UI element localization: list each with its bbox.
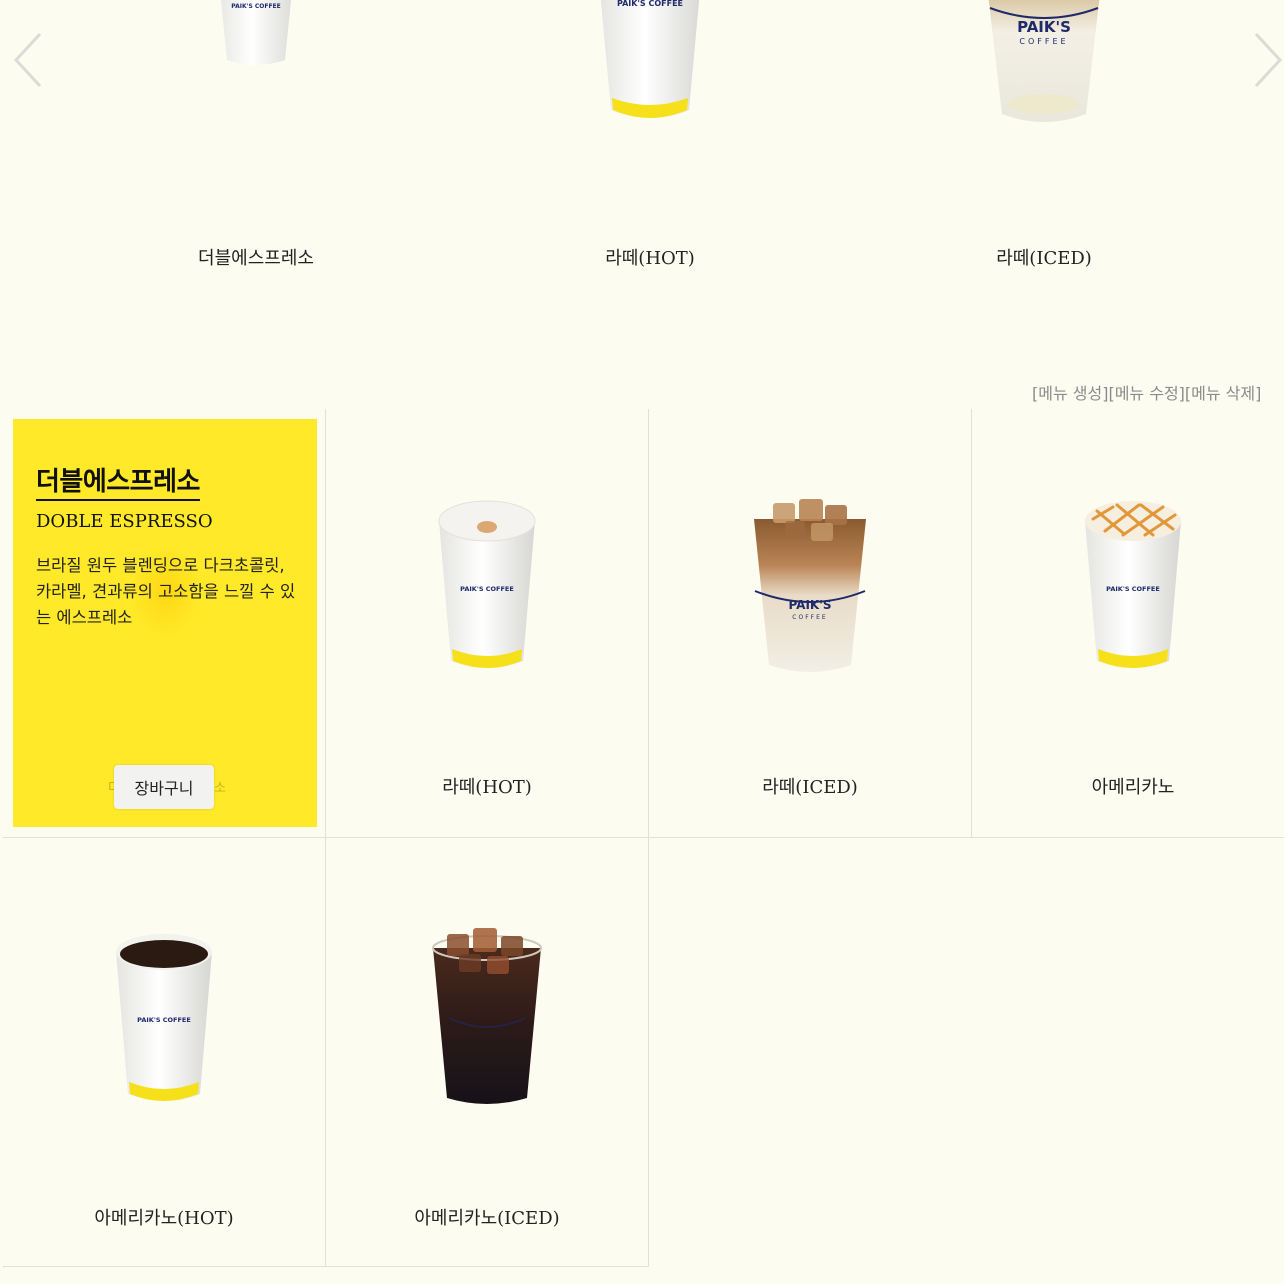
menu-item[interactable]: PAIK'S COFFEE 라떼(ICED) [649, 409, 972, 838]
menu-item-name: 라떼(HOT) [442, 777, 532, 798]
svg-text:PAIK'S: PAIK'S [788, 598, 831, 612]
svg-text:PAIK'S COFFEE: PAIK'S COFFEE [137, 1016, 191, 1024]
menu-item-name: 아메리카노(HOT) [94, 1208, 234, 1229]
americano-hot-cup-image: PAIK'S COFFEE [116, 934, 212, 1101]
svg-text:COFFEE: COFFEE [1019, 37, 1068, 46]
americano-iced-cup-image [432, 928, 542, 1104]
menu-item[interactable]: PAIK'S COFFEE 아메리카노 [972, 409, 1284, 838]
carousel-next-button[interactable] [1250, 30, 1284, 90]
carousel-slide[interactable]: PAIK'S COFFEE 더블에스프레소 [106, 0, 406, 300]
menu-item[interactable]: PAIK'S COFFEE 라떼(HOT) [326, 409, 649, 838]
svg-text:PAIK'S COFFEE: PAIK'S COFFEE [231, 3, 281, 10]
svg-text:PAIK'S COFFEE: PAIK'S COFFEE [460, 585, 514, 593]
chevron-left-icon [13, 32, 42, 88]
carousel-slide[interactable]: PAIK'S COFFEE 라떼(HOT) [500, 0, 800, 300]
detail-title-korean: 더블에스프레소 [36, 461, 200, 501]
iced-latte-cup-image: PAIK'S COFFEE [988, 0, 1100, 122]
svg-text:PAIK'S COFFEE: PAIK'S COFFEE [1106, 585, 1160, 593]
svg-text:COFFEE: COFFEE [792, 614, 827, 621]
menu-grid: 더블에스프레소 DOBLE ESPRESSO 브라질 원두 블렌딩으로 다크초콜… [3, 409, 1284, 1269]
menu-item-name: 아메리카노(ICED) [414, 1208, 560, 1229]
chevron-right-icon [1254, 32, 1283, 88]
detail-title-english: DOBLE ESPRESSO [36, 511, 213, 532]
menu-item-name: 아메리카노 [1091, 777, 1175, 798]
menu-item[interactable]: 아메리카노(ICED) [326, 838, 649, 1267]
menu-item[interactable]: PAIK'S COFFEE 아메리카노(HOT) [3, 838, 326, 1267]
menu-detail-card: 더블에스프레소 DOBLE ESPRESSO 브라질 원두 블렌딩으로 다크초콜… [13, 419, 317, 827]
svg-text:PAIK'S COFFEE: PAIK'S COFFEE [617, 0, 683, 8]
menu-create-link[interactable]: [메뉴 생성] [1032, 384, 1108, 403]
hot-cup-image: PAIK'S COFFEE [600, 0, 700, 118]
menu-item-selected[interactable]: 더블에스프레소 DOBLE ESPRESSO 브라질 원두 블렌딩으로 다크초콜… [3, 409, 326, 838]
ghost-label: 소 [214, 781, 226, 796]
carousel-slide-label: 라떼(ICED) [996, 248, 1092, 269]
menu-edit-link[interactable]: [메뉴 수정] [1108, 384, 1184, 403]
admin-menu-links: [메뉴 생성][메뉴 수정][메뉴 삭제] [1032, 380, 1261, 404]
carousel-slide-label: 더블에스프레소 [198, 248, 314, 269]
svg-text:PAIK'S: PAIK'S [1017, 18, 1071, 36]
carousel-slide[interactable]: PAIK'S COFFEE 라떼(ICED) [894, 0, 1194, 300]
iced-latte-cup-image: PAIK'S COFFEE [754, 499, 866, 672]
detail-description: 브라질 원두 블렌딩으로 다크초콜릿, 카라멜, 견과류의 고소함을 느낄 수 … [36, 556, 296, 627]
menu-delete-link[interactable]: [메뉴 삭제] [1185, 384, 1261, 403]
add-to-cart-button[interactable]: 장바구니 [114, 765, 214, 809]
menu-item-name: 라떼(ICED) [762, 777, 858, 798]
caramel-cup-image: PAIK'S COFFEE [1085, 501, 1181, 668]
menu-carousel: PAIK'S COFFEE 더블에스프레소 PAIK'S COFFEE 라떼(H… [0, 0, 1284, 330]
carousel-slide-label: 라떼(HOT) [605, 248, 695, 269]
carousel-prev-button[interactable] [10, 30, 46, 90]
hot-cup-image: PAIK'S COFFEE [221, 0, 291, 65]
latte-hot-cup-image: PAIK'S COFFEE [438, 500, 536, 668]
